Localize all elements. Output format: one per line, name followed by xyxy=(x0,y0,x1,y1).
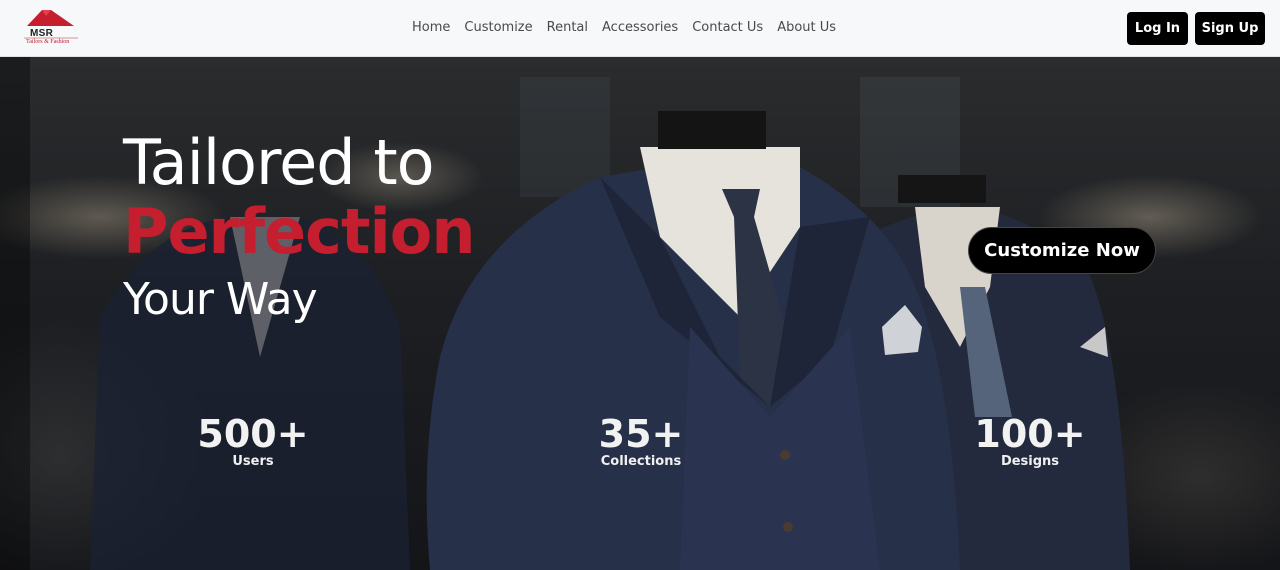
stat-collections: 35+ Collections xyxy=(561,413,721,469)
hero-section: Tailored to Perfection Your Way Customiz… xyxy=(0,57,1280,570)
login-button[interactable]: Log In xyxy=(1127,12,1188,45)
headline-line-1: Tailored to xyxy=(123,126,435,199)
stat-value: 500+ xyxy=(197,412,309,456)
nav-home[interactable]: Home xyxy=(412,20,450,35)
headline-line-2: Perfection xyxy=(123,195,475,268)
signup-button[interactable]: Sign Up xyxy=(1195,12,1265,45)
stat-users: 500+ Users xyxy=(173,413,333,469)
brand-name: MSR xyxy=(30,28,54,39)
hero-headline: Tailored to Perfection Your Way xyxy=(123,126,475,335)
nav-accessories[interactable]: Accessories xyxy=(602,20,678,35)
nav-rental[interactable]: Rental xyxy=(547,20,588,35)
stat-label: Designs xyxy=(1000,454,1060,469)
main-nav: Home Customize Rental Accessories Contac… xyxy=(412,20,836,35)
stat-label: Collections xyxy=(600,454,682,469)
stat-label: Users xyxy=(232,454,274,469)
brand-logo[interactable]: MSR Tailors & Fashion xyxy=(24,8,78,48)
navbar: MSR Tailors & Fashion Home Customize Ren… xyxy=(0,0,1280,57)
stat-value: 100+ xyxy=(974,412,1086,456)
brand-tagline: Tailors & Fashion xyxy=(26,39,70,45)
nav-contact-us[interactable]: Contact Us xyxy=(692,20,763,35)
stat-value: 35+ xyxy=(598,412,684,456)
nav-about-us[interactable]: About Us xyxy=(777,20,836,35)
stat-designs: 100+ Designs xyxy=(950,413,1110,469)
nav-customize[interactable]: Customize xyxy=(464,20,532,35)
customize-now-button[interactable]: Customize Now xyxy=(968,227,1156,274)
headline-line-3: Your Way xyxy=(123,274,318,325)
